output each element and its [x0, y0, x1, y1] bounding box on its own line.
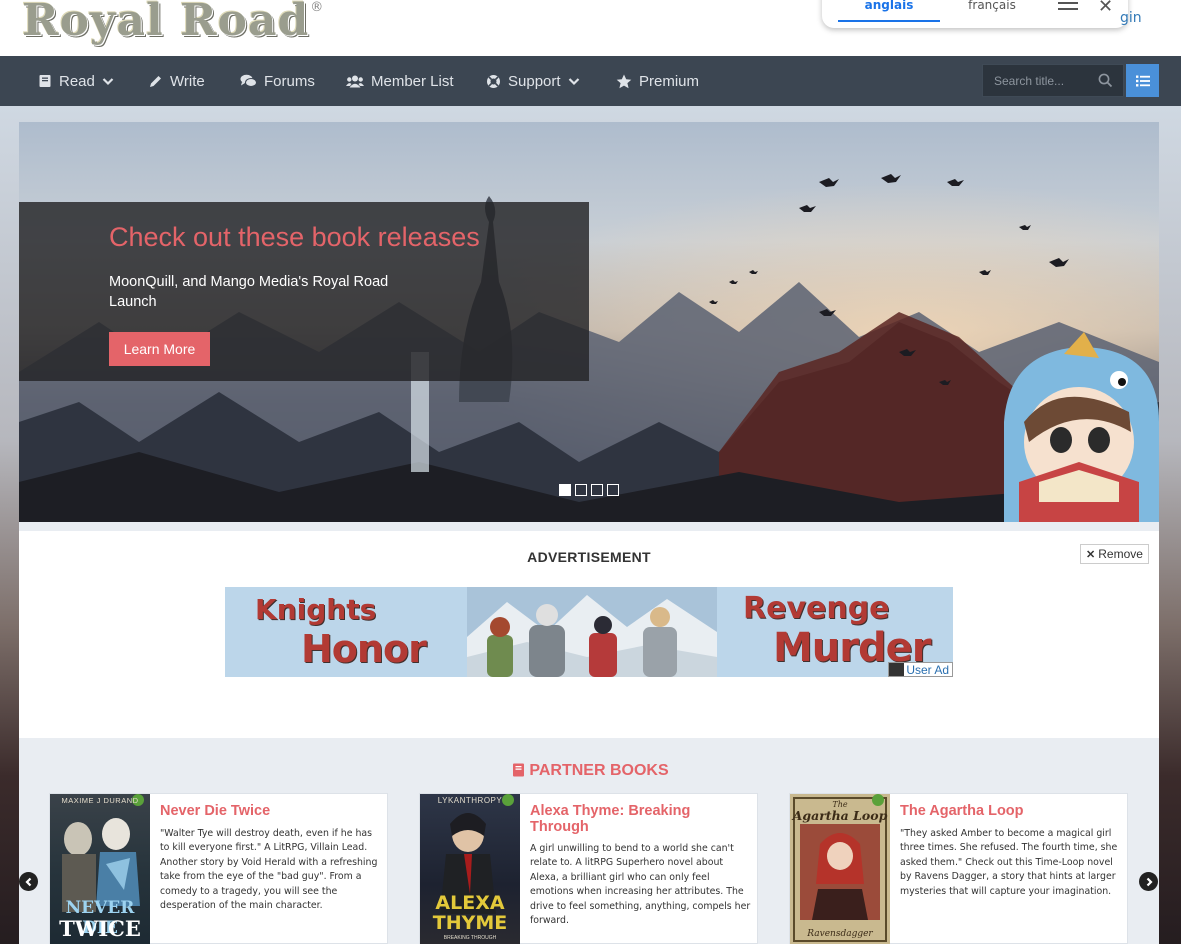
menu-icon[interactable]: [1058, 2, 1078, 18]
nav-read-label: Read: [59, 72, 95, 90]
nav-read[interactable]: Read: [38, 56, 114, 106]
nav-support-label: Support: [508, 72, 561, 90]
search-icon[interactable]: [1098, 73, 1113, 88]
remove-ad-button[interactable]: ✕ Remove: [1080, 544, 1149, 564]
carousel-dot[interactable]: [559, 484, 571, 496]
ad-right-text-line1: Revenge: [743, 591, 890, 626]
user-ad-icon: [889, 663, 905, 676]
learn-more-button[interactable]: Learn More: [109, 332, 210, 366]
search-input[interactable]: [983, 65, 1095, 96]
nav-member-list[interactable]: Member List: [346, 56, 454, 106]
hero-subtitle: MoonQuill, and Mango Media's Royal Road …: [109, 274, 389, 310]
close-icon[interactable]: ✕: [1098, 0, 1113, 16]
logo-text: Royal Road: [22, 0, 310, 46]
carousel-dot[interactable]: [575, 484, 587, 496]
nav-write-label: Write: [170, 72, 205, 90]
list-icon: [1135, 75, 1150, 86]
partner-book-card[interactable]: MAXIME J DURAND NEVER DIE TWICE Never Di…: [49, 793, 388, 944]
pencil-icon: [150, 75, 161, 87]
ad-banner[interactable]: Knights Honor Revenge Murder User Ad: [225, 587, 953, 677]
translate-tab-source[interactable]: anglais: [838, 0, 940, 22]
star-icon: [616, 74, 632, 88]
login-link[interactable]: gin: [1120, 10, 1142, 26]
book-description: "Walter Tye will destroy death, even if …: [160, 828, 378, 912]
nav-premium-label: Premium: [639, 72, 700, 90]
book-title[interactable]: Alexa Thyme: Breaking Through: [530, 803, 750, 835]
carousel-dot[interactable]: [591, 484, 603, 496]
book-description: A girl unwilling to bend to a world she …: [530, 843, 751, 927]
nav-forums[interactable]: Forums: [240, 56, 315, 106]
search-box: [982, 64, 1124, 97]
translate-tab-target[interactable]: français: [940, 0, 1044, 22]
chevron-right-icon: [1146, 877, 1153, 886]
carousel-dot[interactable]: [607, 484, 619, 496]
ad-left-text-line2: Honor: [301, 627, 427, 671]
chevron-left-icon: [24, 877, 31, 886]
nav-support[interactable]: Support: [486, 56, 580, 106]
user-ad-badge[interactable]: User Ad: [888, 662, 953, 677]
translate-popup: anglais français ✕: [822, 0, 1128, 28]
cover-author: Ravensdagger: [807, 929, 873, 939]
book-icon: [513, 763, 525, 777]
carousel-indicators: [559, 484, 619, 496]
cover-title-line2: Agartha Loop: [792, 808, 888, 823]
users-icon: [346, 75, 364, 87]
hero-title: Check out these book releases: [109, 222, 480, 252]
ad-artwork: [467, 587, 717, 677]
cover-author: MAXIME J DURAND: [61, 796, 139, 805]
cover-author: LYKANTHROPY: [437, 796, 503, 805]
book-cover[interactable]: MAXIME J DURAND NEVER DIE TWICE: [50, 794, 150, 944]
user-ad-label: User Ad: [906, 662, 949, 677]
cover-title-line2: THYME: [432, 912, 508, 934]
partner-book-card[interactable]: The Agartha Loop Ravensdagger The Agarth…: [789, 793, 1128, 944]
list-view-button[interactable]: [1126, 64, 1159, 97]
hero-carousel[interactable]: Check out these book releases MoonQuill,…: [19, 122, 1159, 522]
close-icon: ✕: [1086, 548, 1096, 561]
carousel-prev-button[interactable]: [19, 872, 38, 891]
partner-books-title: PARTNER BOOKS: [529, 762, 669, 779]
registered-mark: ®: [310, 0, 324, 15]
book-cover[interactable]: LYKANTHROPY ALEXA THYME BREAKING THROUGH: [420, 794, 520, 944]
cover-title-line1: ALEXA: [435, 892, 505, 914]
book-title[interactable]: Never Die Twice: [160, 803, 380, 819]
nav-write[interactable]: Write: [148, 56, 205, 106]
nav-member-list-label: Member List: [371, 72, 454, 90]
chevron-down-icon: [568, 77, 579, 85]
book-title[interactable]: The Agartha Loop: [900, 803, 1120, 819]
book-cover[interactable]: The Agartha Loop Ravensdagger: [790, 794, 890, 944]
carousel-next-button[interactable]: [1139, 872, 1158, 891]
chevron-down-icon: [102, 77, 114, 85]
partner-books-heading: PARTNER BOOKS: [0, 762, 1181, 780]
main-navbar: Read Write Forums Member List Support Pr…: [0, 56, 1181, 106]
nav-forums-label: Forums: [264, 72, 315, 90]
book-icon: [39, 75, 51, 87]
remove-ad-label: Remove: [1098, 547, 1143, 561]
comments-icon: [240, 74, 257, 87]
advertisement-card: ADVERTISEMENT ✕ Remove Knights Honor Rev…: [19, 531, 1159, 738]
book-description: "They asked Amber to become a magical gi…: [900, 828, 1118, 897]
cover-title-line2: TWICE: [59, 916, 141, 941]
advertisement-label: ADVERTISEMENT: [527, 549, 651, 565]
site-header: Royal Road ® anglais français ✕ gin: [0, 0, 1181, 56]
cover-subtitle: BREAKING THROUGH: [443, 935, 497, 941]
partner-book-card[interactable]: LYKANTHROPY ALEXA THYME BREAKING THROUGH…: [419, 793, 758, 944]
life-ring-icon: [487, 74, 500, 88]
nav-premium[interactable]: Premium: [616, 56, 699, 106]
ad-left-text-line1: Knights: [255, 593, 377, 626]
site-logo[interactable]: Royal Road ®: [22, 0, 323, 46]
